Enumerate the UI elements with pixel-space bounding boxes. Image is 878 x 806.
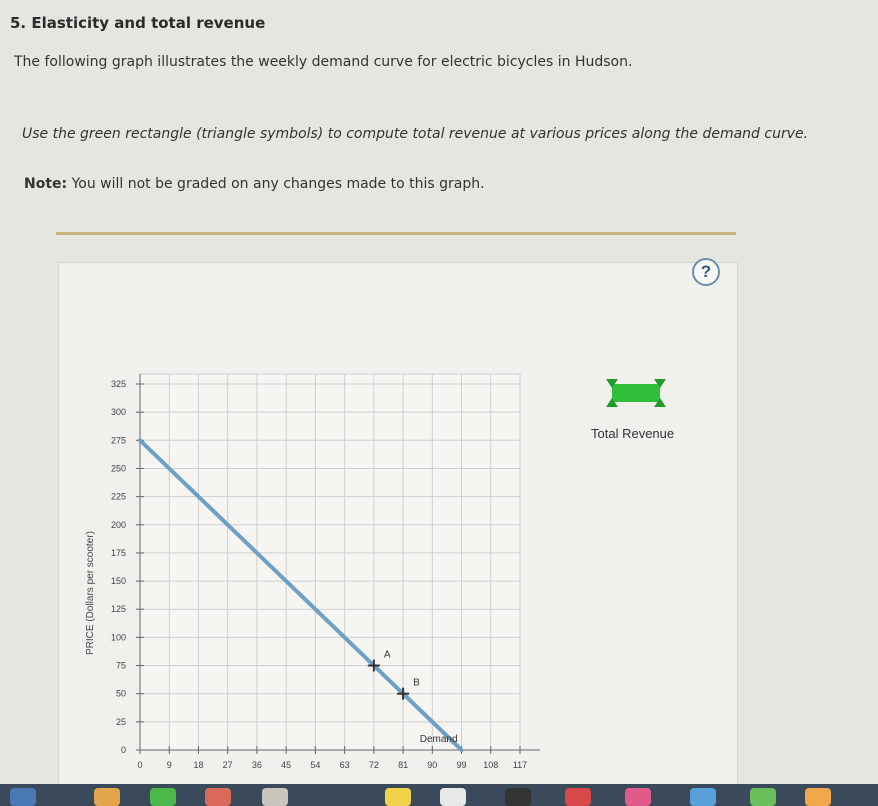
y-tick-label: 225 (111, 492, 126, 502)
y-axis-title: PRICE (Dollars per scooter) (85, 531, 96, 655)
app-icon-5[interactable] (262, 788, 288, 806)
app-icon-11[interactable] (690, 788, 716, 806)
app-icon-9[interactable] (565, 788, 591, 806)
y-tick-label: 25 (116, 717, 126, 727)
x-tick-label: 0 (137, 760, 142, 770)
y-tick-label: 250 (111, 463, 126, 473)
assignment-page: 5. Elasticity and total revenue The foll… (0, 0, 878, 806)
y-tick-label: 275 (111, 435, 126, 445)
y-tick-label: 50 (116, 689, 126, 699)
y-tick-label: 75 (116, 661, 126, 671)
x-tick-label: 36 (252, 760, 262, 770)
x-tick-label: 108 (483, 760, 498, 770)
app-icon-12[interactable] (750, 788, 776, 806)
app-icon-2[interactable] (94, 788, 120, 806)
app-icon-10[interactable] (625, 788, 651, 806)
app-icon-7[interactable] (440, 788, 466, 806)
x-tick-label: 54 (310, 760, 320, 770)
point-label: B (413, 678, 420, 689)
demand-chart[interactable]: 0 9 18 27 36 45 54 63 72 81 90 99 108 117 0 25 50 75 100 12… (0, 0, 878, 806)
taskbar (0, 784, 878, 806)
chart-grid (139, 373, 521, 751)
y-tick-label: 200 (111, 520, 126, 530)
point-label: A (384, 650, 391, 661)
y-tick-label: 325 (111, 379, 126, 389)
y-tick-label: 100 (111, 632, 126, 642)
y-tick-label: 150 (111, 576, 126, 586)
app-icon-1[interactable] (10, 788, 36, 806)
y-tick-label: 0 (121, 745, 126, 755)
x-tick-label: 72 (369, 760, 379, 770)
x-tick-label: 27 (223, 760, 233, 770)
app-icon-6[interactable] (385, 788, 411, 806)
x-tick-label: 99 (457, 760, 467, 770)
app-icon-3[interactable] (150, 788, 176, 806)
demand-curve-label: Demand (420, 734, 458, 745)
y-tick-label: 300 (111, 407, 126, 417)
app-icon-4[interactable] (205, 788, 231, 806)
x-tick-label: 63 (340, 760, 350, 770)
y-tick-label: 175 (111, 548, 126, 558)
x-tick-label: 81 (398, 760, 408, 770)
app-icon-13[interactable] (805, 788, 831, 806)
x-tick-label: 117 (513, 760, 527, 770)
x-tick-label: 90 (427, 760, 437, 770)
app-icon-8[interactable] (505, 788, 531, 806)
y-tick-label: 125 (111, 604, 126, 614)
x-tick-label: 18 (193, 760, 203, 770)
x-tick-label: 9 (167, 760, 172, 770)
x-tick-label: 45 (281, 760, 291, 770)
